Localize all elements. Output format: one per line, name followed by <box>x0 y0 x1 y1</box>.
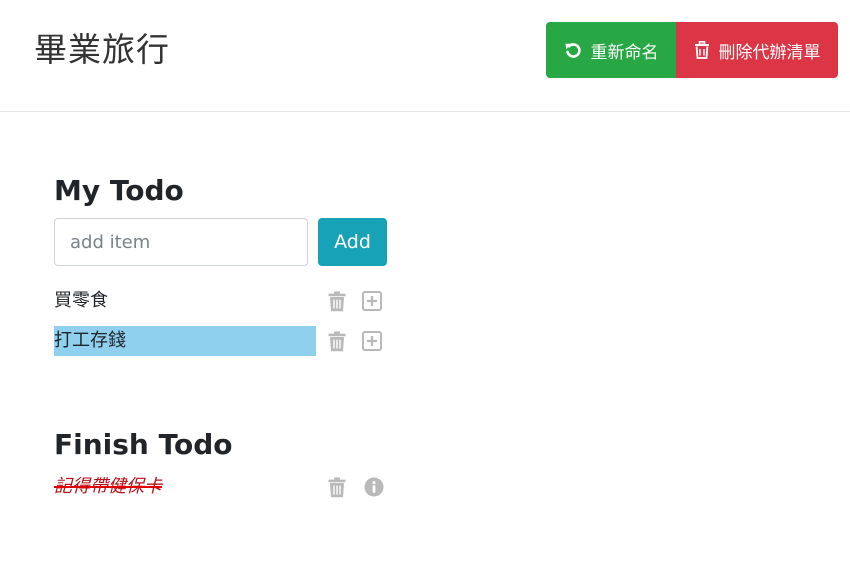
todo-item-label[interactable]: 打工存錢 <box>54 326 316 356</box>
todo-item-label[interactable]: 買零食 <box>54 286 108 316</box>
delete-list-button[interactable]: 刪除代辦清單 <box>676 22 838 78</box>
plus-square-icon <box>362 291 382 311</box>
info-button[interactable] <box>363 476 385 498</box>
delete-item-button[interactable] <box>326 330 348 352</box>
trash-icon <box>328 330 346 351</box>
add-subitem-button[interactable] <box>361 290 383 312</box>
delete-list-button-label: 刪除代辦清單 <box>718 42 821 62</box>
add-button[interactable]: Add <box>318 218 387 266</box>
todo-item: 打工存錢 <box>54 326 394 356</box>
undo-icon <box>565 43 581 58</box>
delete-item-button[interactable] <box>326 290 348 312</box>
delete-finished-item-button[interactable] <box>326 476 348 498</box>
finished-item: 記得帶健保卡 <box>54 472 394 502</box>
list-title: 畢業旅行 <box>34 30 170 69</box>
add-subitem-button[interactable] <box>361 330 383 352</box>
trash-icon <box>694 41 709 59</box>
todo-heading: My Todo <box>54 174 184 207</box>
info-circle-icon <box>364 477 384 497</box>
trash-icon <box>328 476 346 497</box>
plus-square-icon <box>362 331 382 351</box>
rename-button-label: 重新命名 <box>590 42 659 62</box>
todo-item: 買零食 <box>54 286 394 316</box>
finish-heading: Finish Todo <box>54 428 233 461</box>
rename-button[interactable]: 重新命名 <box>546 22 676 78</box>
finished-item-label[interactable]: 記得帶健保卡 <box>54 472 162 502</box>
header-button-group: 重新命名 刪除代辦清單 <box>546 22 838 78</box>
trash-icon <box>328 290 346 311</box>
header: 畢業旅行 重新命名 刪除代辦清單 <box>0 0 850 112</box>
add-item-input[interactable] <box>54 218 308 266</box>
